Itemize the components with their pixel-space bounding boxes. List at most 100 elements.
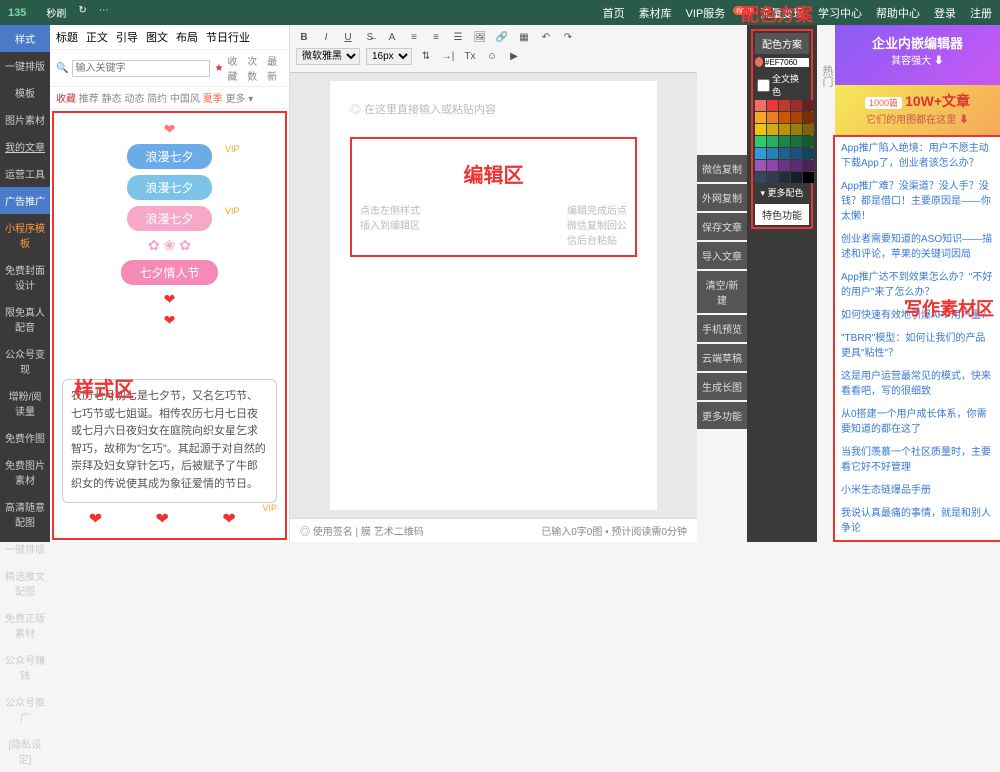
- tool-button[interactable]: 微信复制: [697, 155, 747, 182]
- italic-button[interactable]: I: [318, 29, 334, 45]
- color-swatch[interactable]: [803, 112, 814, 123]
- tool-button[interactable]: 云端草稿: [697, 344, 747, 371]
- color-swatch[interactable]: [791, 160, 802, 171]
- style-tab[interactable]: 引导: [116, 29, 138, 45]
- nav-登录[interactable]: 登录: [934, 5, 956, 21]
- style-tab[interactable]: 节日行业: [206, 29, 250, 45]
- style-pill-2[interactable]: 浪漫七夕: [127, 175, 211, 200]
- style-pill-3[interactable]: 浪漫七夕VIP: [127, 206, 211, 231]
- color-swatch[interactable]: [803, 148, 814, 159]
- style-tab[interactable]: 图文: [146, 29, 168, 45]
- sidebar-item[interactable]: 模板: [0, 79, 50, 106]
- style-tab[interactable]: 布局: [176, 29, 198, 45]
- search-input[interactable]: [72, 60, 210, 77]
- editor-content[interactable]: ◎ 在这里直接输入或粘贴内容 编辑区 点击左侧样式 插入到编辑区 编辑完成后点 …: [330, 81, 657, 510]
- sidebar-item[interactable]: 增粉/阅读量: [0, 382, 50, 424]
- sidebar-item[interactable]: 小程序模板: [0, 214, 50, 256]
- sidebar-item[interactable]: 我的文章: [0, 133, 50, 160]
- color-swatch[interactable]: [791, 112, 802, 123]
- filter-item[interactable]: 中国风: [170, 94, 203, 105]
- article-link[interactable]: 从0搭建一个用户成长体系，你需要知道的都在这了: [841, 407, 994, 437]
- article-link[interactable]: 创业者需要知道的ASO知识——描述和评论，苹果的关键词因局: [841, 232, 994, 262]
- indent-button[interactable]: →|: [440, 49, 456, 65]
- list-button[interactable]: ☰: [450, 29, 466, 45]
- topbar-vip[interactable]: 秒刷: [46, 5, 66, 20]
- tool-button[interactable]: 生成长图: [697, 373, 747, 400]
- style-tab[interactable]: 正文: [86, 29, 108, 45]
- color-swatch[interactable]: [767, 172, 778, 183]
- color-swatch[interactable]: [755, 112, 766, 123]
- article-link[interactable]: "TBRR"模型：如何让我们的产品更具"粘性"？: [841, 331, 994, 361]
- color-swatch[interactable]: [803, 124, 814, 135]
- sidebar-item[interactable]: 免费正版素材: [0, 604, 50, 646]
- image-button[interactable]: 🖼: [472, 29, 488, 45]
- video-button[interactable]: ▶: [506, 49, 522, 65]
- nav-素材库[interactable]: 素材库: [639, 5, 672, 21]
- font-select[interactable]: 微软雅黑: [296, 48, 360, 65]
- filter-new[interactable]: 最新: [267, 53, 283, 83]
- color-swatch[interactable]: [779, 172, 790, 183]
- table-button[interactable]: ▦: [516, 29, 532, 45]
- color-swatch[interactable]: [755, 136, 766, 147]
- filter-item[interactable]: 推荐: [79, 94, 102, 105]
- color-swatch[interactable]: [779, 136, 790, 147]
- full-recolor-checkbox[interactable]: [757, 79, 770, 92]
- tool-button[interactable]: 保存文章: [697, 213, 747, 240]
- sidebar-item[interactable]: 高清随意配图: [0, 493, 50, 535]
- sidebar-item[interactable]: 免费作图: [0, 424, 50, 451]
- sidebar-item[interactable]: 图片素材: [0, 106, 50, 133]
- sidebar-item[interactable]: 精选推文配图: [0, 562, 50, 604]
- format-button[interactable]: Tx: [462, 49, 478, 65]
- color-swatch[interactable]: [767, 100, 778, 111]
- filter-item[interactable]: 简约: [147, 94, 170, 105]
- color-swatch[interactable]: [791, 148, 802, 159]
- sidebar-item[interactable]: 样式: [0, 25, 50, 52]
- underline-button[interactable]: U: [340, 29, 356, 45]
- color-swatch[interactable]: [791, 136, 802, 147]
- banner-1[interactable]: 企业内嵌编辑器 其容强大 ⬇: [835, 25, 1000, 85]
- tool-button[interactable]: 更多功能: [697, 402, 747, 429]
- sidebar-item[interactable]: 运营工具: [0, 160, 50, 187]
- article-link[interactable]: 这是用户运营最常见的模式，快来看看吧，写的很细致: [841, 369, 994, 399]
- style-pill-4[interactable]: 七夕情人节: [121, 260, 217, 285]
- bold-button[interactable]: B: [296, 29, 312, 45]
- article-link[interactable]: App推广难？没渠道？没人手？没钱？都是借口！主要原因是——你太懒！: [841, 179, 994, 224]
- hex-input[interactable]: [765, 58, 809, 67]
- nav-VIP服务[interactable]: VIP服务new: [686, 5, 746, 21]
- special-features-button[interactable]: 特色功能: [755, 204, 809, 225]
- filter-item[interactable]: 静态: [102, 94, 125, 105]
- filter-item[interactable]: 收藏: [56, 94, 79, 105]
- color-swatch[interactable]: [767, 136, 778, 147]
- color-swatch[interactable]: [803, 136, 814, 147]
- color-swatch[interactable]: [791, 100, 802, 111]
- sidebar-item[interactable]: 广告推广: [0, 187, 50, 214]
- color-swatch[interactable]: [803, 160, 814, 171]
- article-link[interactable]: App推广陷入绝境：用户不愿主动下载App了，创业者该怎么办？: [841, 141, 994, 171]
- nav-帮助中心[interactable]: 帮助中心: [876, 5, 920, 21]
- banner-2[interactable]: 1000篇 10W+文章 它们的用图都在这里 ⬇: [835, 85, 1000, 135]
- sidebar-item[interactable]: 限免真人配音: [0, 298, 50, 340]
- fav-icon[interactable]: ★: [214, 63, 223, 74]
- nav-首页[interactable]: 首页: [603, 5, 625, 21]
- color-swatch[interactable]: [779, 160, 790, 171]
- redo-button[interactable]: ↷: [560, 29, 576, 45]
- tool-button[interactable]: 外网复制: [697, 184, 747, 211]
- nav-学习中心[interactable]: 学习中心: [818, 5, 862, 21]
- color-swatch[interactable]: [755, 172, 766, 183]
- size-select[interactable]: 16px: [366, 48, 412, 65]
- style-tab[interactable]: 标题: [56, 29, 78, 45]
- sidebar-item[interactable]: [隐私设定]: [0, 730, 50, 772]
- color-swatch[interactable]: [755, 124, 766, 135]
- align-center-button[interactable]: ≡: [428, 29, 444, 45]
- article-link[interactable]: 当我们羡慕一个社区质量时，主要看它好不好管理: [841, 445, 994, 475]
- sidebar-item[interactable]: 公众号赚钱: [0, 646, 50, 688]
- sidebar-item[interactable]: 公众号变现: [0, 340, 50, 382]
- color-swatch[interactable]: [767, 112, 778, 123]
- footer-left[interactable]: ◎ 使用签名 | 膜 艺术二维码: [300, 523, 424, 538]
- align-left-button[interactable]: ≡: [406, 29, 422, 45]
- color-swatch[interactable]: [779, 148, 790, 159]
- sidebar-item[interactable]: 一键排版: [0, 535, 50, 562]
- color-swatch[interactable]: [767, 124, 778, 135]
- color-swatch[interactable]: [803, 100, 814, 111]
- nav-注册[interactable]: 注册: [970, 5, 992, 21]
